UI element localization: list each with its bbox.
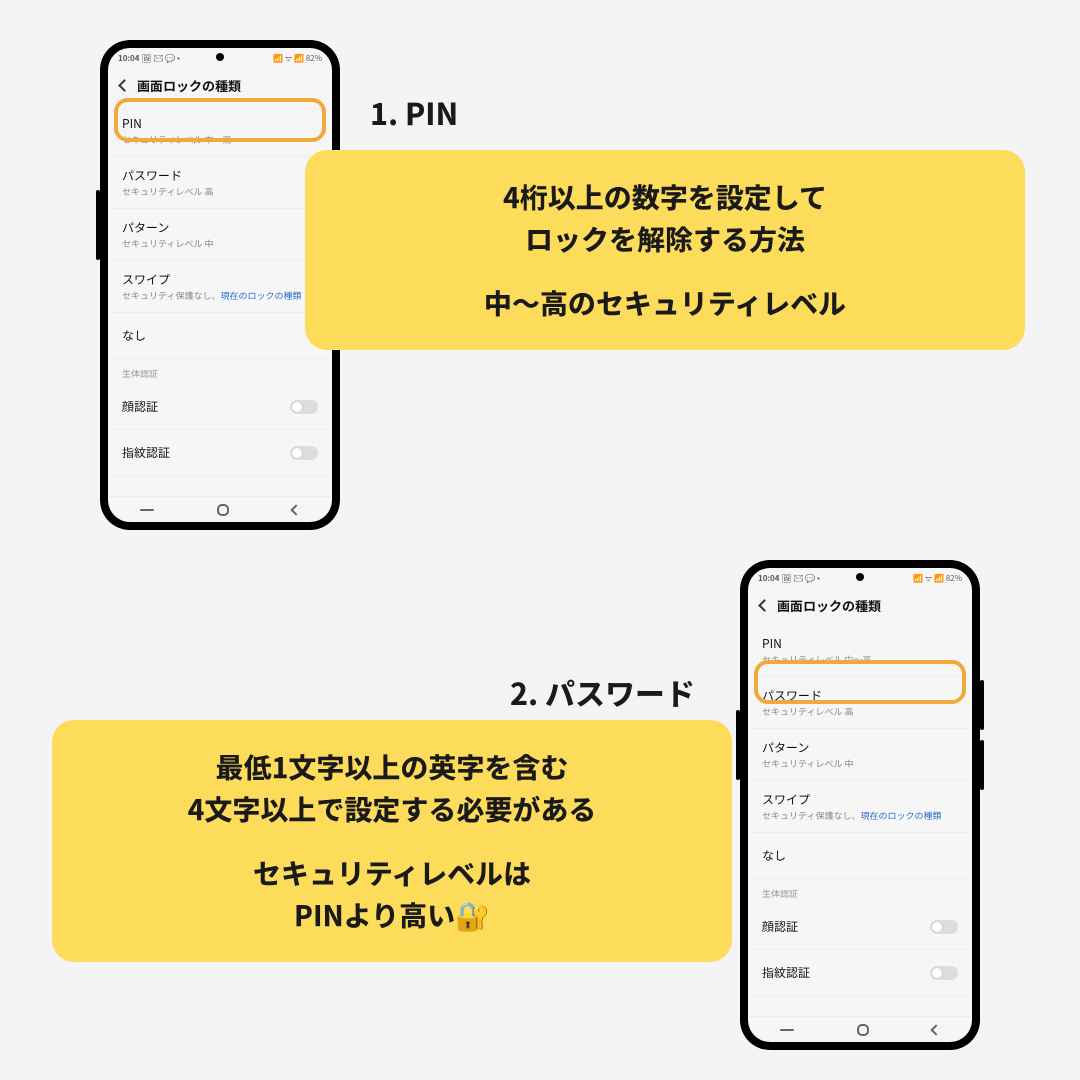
biometrics-header: 生体認証 bbox=[748, 879, 972, 904]
lock-options-list: PIN セキュリティレベル 中〜高 パスワード セキュリティレベル 高 パターン… bbox=[748, 625, 972, 1016]
android-navbar bbox=[108, 496, 332, 522]
header-title: 画面ロックの種類 bbox=[137, 76, 241, 95]
section1-title: 1. PIN bbox=[370, 90, 458, 134]
lock-option-swipe[interactable]: スワイプ セキュリティ保護なし、現在のロックの種類 bbox=[108, 261, 332, 313]
android-navbar bbox=[748, 1016, 972, 1042]
section2-bubble: 最低1文字以上の英字を含む4文字以上で設定する必要がある セキュリティレベルはP… bbox=[52, 720, 732, 962]
lock-option-pattern[interactable]: パターン セキュリティレベル 中 bbox=[748, 729, 972, 781]
lock-option-swipe[interactable]: スワイプ セキュリティ保護なし、現在のロックの種類 bbox=[748, 781, 972, 833]
biometric-face[interactable]: 顔認証 bbox=[748, 904, 972, 950]
lock-option-password[interactable]: パスワード セキュリティレベル 高 bbox=[748, 677, 972, 729]
phone-mock-password: 10:04 🖼 ✉ 💬 • 📶 ᯤ 📶 82% 画面ロックの種類 PIN セキュ… bbox=[740, 560, 980, 1050]
lock-option-none[interactable]: なし bbox=[748, 833, 972, 879]
biometrics-header: 生体認証 bbox=[108, 359, 332, 384]
nav-home-icon[interactable] bbox=[217, 504, 229, 516]
lock-option-none[interactable]: なし bbox=[108, 313, 332, 359]
biometric-face[interactable]: 顔認証 bbox=[108, 384, 332, 430]
header-title: 画面ロックの種類 bbox=[777, 596, 881, 615]
fingerprint-toggle[interactable] bbox=[290, 446, 318, 460]
phone-mock-pin: 10:04 🖼 ✉ 💬 • 📶 ᯤ 📶 82% 画面ロックの種類 PIN セキュ… bbox=[100, 40, 340, 530]
face-toggle[interactable] bbox=[290, 400, 318, 414]
lock-option-pin[interactable]: PIN セキュリティレベル 中〜高 bbox=[108, 105, 332, 157]
screen-header: 画面ロックの種類 bbox=[748, 586, 972, 625]
back-icon[interactable] bbox=[758, 599, 771, 612]
nav-recent-icon[interactable] bbox=[780, 1029, 794, 1031]
nav-back-icon[interactable] bbox=[931, 1024, 942, 1035]
lock-option-pattern[interactable]: パターン セキュリティレベル 中 bbox=[108, 209, 332, 261]
face-toggle[interactable] bbox=[930, 920, 958, 934]
biometric-fingerprint[interactable]: 指紋認証 bbox=[108, 430, 332, 476]
section1-bubble: 4桁以上の数字を設定してロックを解除する方法 中〜高のセキュリティレベル bbox=[305, 150, 1025, 350]
lock-options-list: PIN セキュリティレベル 中〜高 パスワード セキュリティレベル 高 パターン… bbox=[108, 105, 332, 496]
screen-header: 画面ロックの種類 bbox=[108, 66, 332, 105]
lock-option-pin[interactable]: PIN セキュリティレベル 中〜高 bbox=[748, 625, 972, 677]
biometric-fingerprint[interactable]: 指紋認証 bbox=[748, 950, 972, 996]
nav-back-icon[interactable] bbox=[291, 504, 302, 515]
nav-recent-icon[interactable] bbox=[140, 509, 154, 511]
lock-option-password[interactable]: パスワード セキュリティレベル 高 bbox=[108, 157, 332, 209]
section2-title: 2. パスワード bbox=[510, 670, 695, 714]
fingerprint-toggle[interactable] bbox=[930, 966, 958, 980]
back-icon[interactable] bbox=[118, 79, 131, 92]
nav-home-icon[interactable] bbox=[857, 1024, 869, 1036]
